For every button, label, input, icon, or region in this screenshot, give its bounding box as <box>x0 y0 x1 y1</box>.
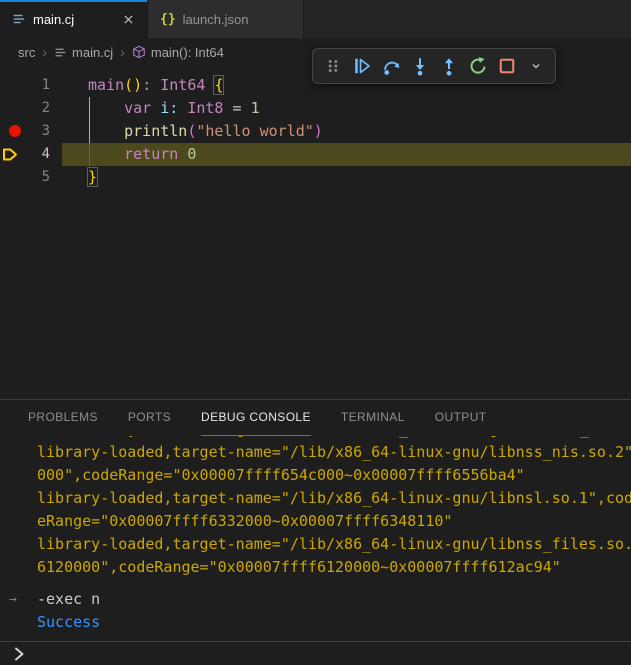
editor-gutter[interactable]: 1 <box>0 74 62 97</box>
file-lines-icon <box>12 12 26 26</box>
panel-tab-ports[interactable]: PORTS <box>128 400 171 436</box>
console-row: library-loaded,target-name="/lib/x86_64-… <box>0 441 631 464</box>
line-number: 1 <box>0 74 50 97</box>
panel-tab-bar: PROBLEMS PORTS DEBUG CONSOLE TERMINAL OU… <box>0 399 631 436</box>
symbol-method-icon <box>132 45 146 59</box>
console-row: eRange="0x00007ffff6332000~0x00007ffff63… <box>0 510 631 533</box>
console-row: 6120000",codeRange="0x00007ffff6120000~0… <box>0 556 631 579</box>
restart-icon[interactable] <box>464 52 491 80</box>
debug-toolbar <box>312 48 556 84</box>
console-row: Success <box>0 611 631 634</box>
active-tab-indicator <box>0 0 147 2</box>
code-line: 5} <box>0 166 631 189</box>
breadcrumb-item-src[interactable]: src <box>18 45 35 60</box>
code-line-content[interactable]: var i: Int8 = 1 <box>62 97 631 120</box>
code-line-content[interactable]: println("hello world") <box>62 120 631 143</box>
breadcrumb-separator: › <box>120 44 125 60</box>
code-line-content[interactable]: } <box>62 166 631 189</box>
panel-tab-terminal[interactable]: TERMINAL <box>341 400 405 436</box>
chevron-down-icon[interactable] <box>522 52 549 80</box>
console-row: →-exec n <box>0 588 631 611</box>
chevron-right-icon <box>13 647 26 661</box>
breakpoint-icon[interactable] <box>9 125 21 137</box>
breadcrumb-label: main(): Int64 <box>151 45 224 60</box>
input-echo-arrow-icon: → <box>9 588 17 611</box>
tab-label: launch.json <box>183 12 249 27</box>
panel-tab-output[interactable]: OUTPUT <box>435 400 487 436</box>
code-line: 4 return 0 <box>0 143 631 166</box>
editor-gutter[interactable]: 5 <box>0 166 62 189</box>
breadcrumb-separator: › <box>42 44 47 60</box>
stop-icon[interactable] <box>493 52 520 80</box>
debug-console-input[interactable] <box>0 641 631 665</box>
editor-tab-bar: main.cj {} launch.json <box>0 0 631 38</box>
step-over-icon[interactable] <box>377 52 404 80</box>
editor-gutter[interactable]: 3 <box>0 120 62 143</box>
breadcrumb-item-main-symbol[interactable]: main(): Int64 <box>132 45 224 60</box>
console-row: library-loaded,target-name="/lib/x86_64-… <box>0 487 631 510</box>
console-row: 000",codeRange="0x00007ffff654c000~0x000… <box>0 464 631 487</box>
indent-guide-active <box>89 97 90 143</box>
step-into-icon[interactable] <box>406 52 433 80</box>
debug-current-line-arrow-icon <box>2 147 19 162</box>
json-braces-icon: {} <box>160 12 176 27</box>
code-line: 2 var i: Int8 = 1 <box>0 97 631 120</box>
console-row: library-loaded,target-name="/lib/x86_64-… <box>0 533 631 556</box>
breadcrumb-item-main-cj[interactable]: main.cj <box>54 45 113 60</box>
breadcrumb-label: src <box>18 45 35 60</box>
breadcrumb-label: main.cj <box>72 45 113 60</box>
tab-launch-json[interactable]: {} launch.json <box>148 0 304 38</box>
panel-tab-debug-console[interactable]: DEBUG CONSOLE <box>201 400 311 436</box>
line-number: 3 <box>0 120 50 143</box>
code-line-content[interactable]: return 0 <box>62 143 631 166</box>
tab-label: main.cj <box>33 12 74 27</box>
code-line: 3 println("hello world") <box>0 120 631 143</box>
code-editor: 1main(): Int64 {2 var i: Int8 = 13 print… <box>0 66 631 399</box>
close-icon[interactable] <box>122 13 135 26</box>
tab-main-cj[interactable]: main.cj <box>0 0 148 38</box>
editor-gutter[interactable]: 4 <box>0 143 62 166</box>
file-lines-icon <box>54 46 67 59</box>
continue-icon[interactable] <box>348 52 375 80</box>
line-number: 2 <box>0 97 50 120</box>
line-number: 5 <box>0 166 50 189</box>
panel-tab-problems[interactable]: PROBLEMS <box>28 400 98 436</box>
step-out-icon[interactable] <box>435 52 462 80</box>
drag-handle-icon[interactable] <box>319 52 346 80</box>
debug-console-output[interactable]: library-loaded,target-name="/lib/x86_64-… <box>0 436 631 641</box>
vscode-debug-window: main.cj {} launch.json src › main.cj › m… <box>0 0 631 665</box>
indent-guide <box>89 143 90 166</box>
editor-gutter[interactable]: 2 <box>0 97 62 120</box>
